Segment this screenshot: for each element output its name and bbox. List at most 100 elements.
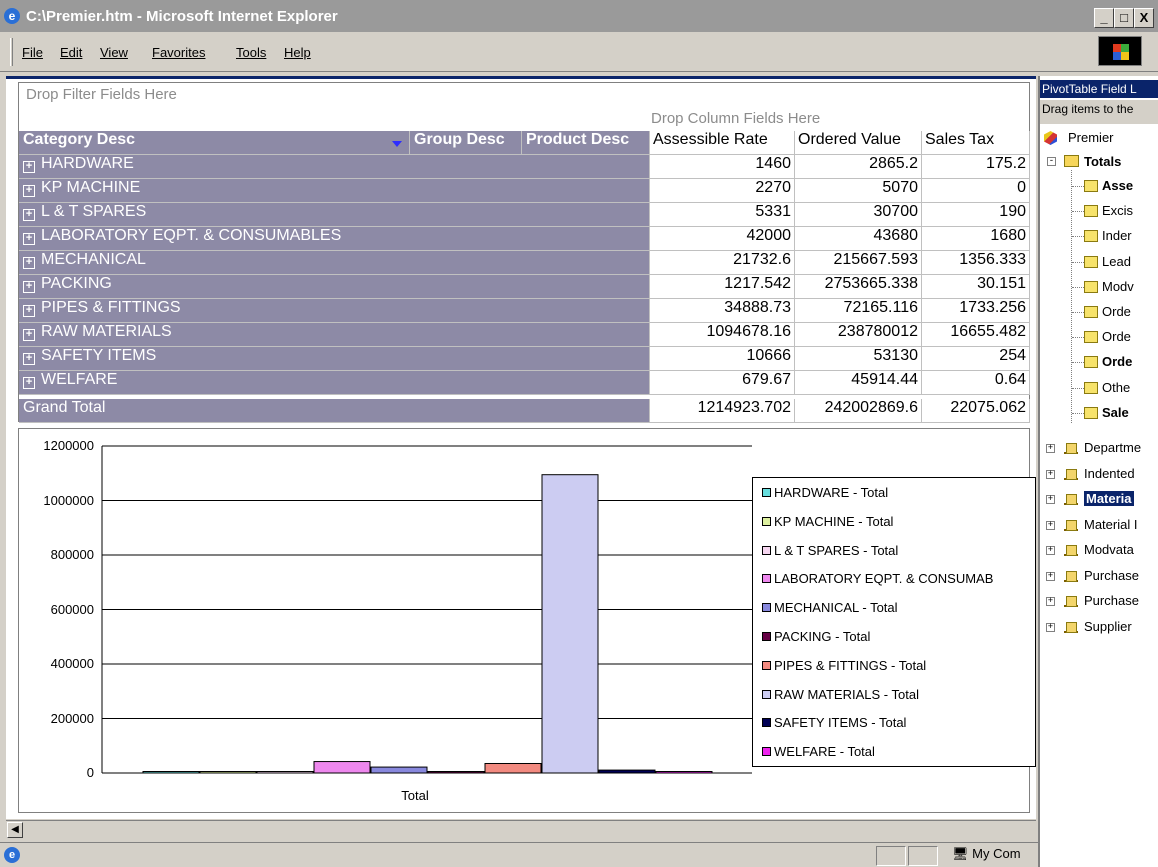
expand-icon[interactable]: + <box>1046 546 1055 555</box>
measure-field[interactable]: Orde <box>1102 354 1132 369</box>
y-tick-label: 200000 <box>50 710 94 726</box>
dimension-field[interactable]: Departme <box>1084 440 1141 455</box>
measure-field[interactable]: Inder <box>1102 228 1132 243</box>
chart-bar[interactable] <box>313 761 371 774</box>
legend-entry: KP MACHINE - Total <box>762 514 893 529</box>
chart-bar[interactable] <box>370 766 428 774</box>
legend-label: RAW MATERIALS - Total <box>774 686 919 702</box>
dimension-icon <box>1064 543 1078 556</box>
expand-icon[interactable]: + <box>1046 622 1055 632</box>
measure-field-icon <box>1084 280 1098 293</box>
measure-field-icon <box>1084 255 1098 268</box>
measure-field[interactable]: Excis <box>1102 203 1133 218</box>
field-list-totals[interactable]: Totals <box>1084 154 1121 169</box>
windows-logo-throbber <box>1098 36 1142 66</box>
legend-entry: PACKING - Total <box>762 629 870 644</box>
dimension-field[interactable]: Supplier <box>1084 619 1132 634</box>
legend-swatch <box>762 747 771 757</box>
legend-swatch <box>762 574 771 584</box>
legend-label: MECHANICAL - Total <box>774 600 898 616</box>
expand-icon[interactable]: + <box>1046 495 1055 504</box>
legend-swatch <box>762 603 771 613</box>
security-zone: 🖥 My Com <box>952 846 1021 861</box>
dimension-field[interactable]: Material I <box>1084 517 1137 532</box>
measure-field-icon <box>1084 356 1098 369</box>
measure-field[interactable]: Modv <box>1102 279 1134 294</box>
expand-icon[interactable]: + <box>1046 597 1055 606</box>
legend-label: SAFETY ITEMS - Total <box>774 715 907 731</box>
dimension-icon <box>1064 492 1078 505</box>
collapse-icon[interactable]: - <box>1047 157 1056 166</box>
page-icon: e <box>4 847 20 863</box>
measure-field-icon <box>1084 230 1098 243</box>
dimension-field[interactable]: Modvata <box>1084 542 1134 557</box>
measure-field[interactable]: Asse <box>1102 178 1133 193</box>
field-list-root[interactable]: Premier <box>1068 130 1114 145</box>
measure-field-icon <box>1084 180 1098 192</box>
scroll-left-icon[interactable]: ◀ <box>7 822 23 838</box>
chart-bar[interactable] <box>199 771 257 774</box>
maximize-button[interactable]: □ <box>1114 8 1134 28</box>
measure-field[interactable]: Orde <box>1102 304 1131 319</box>
dimension-field[interactable]: Indented <box>1084 466 1135 481</box>
legend-label: L & T SPARES - Total <box>774 542 899 558</box>
dimension-icon <box>1064 441 1078 454</box>
measure-field[interactable]: Lead <box>1102 254 1131 269</box>
minimize-button[interactable]: _ <box>1094 8 1114 28</box>
expand-icon[interactable]: + <box>1046 520 1055 530</box>
measure-field-icon <box>1084 331 1098 344</box>
legend-label: KP MACHINE - Total <box>774 513 894 529</box>
legend-label: WELFARE - Total <box>774 744 875 760</box>
dimension-icon <box>1064 518 1078 531</box>
legend-entry: HARDWARE - Total <box>762 485 888 500</box>
horizontal-scrollbar[interactable]: ◀ <box>6 820 1036 838</box>
legend-label: PIPES & FITTINGS - Total <box>774 657 927 673</box>
dimension-icon <box>1064 569 1078 582</box>
y-tick-label: 800000 <box>50 547 94 562</box>
legend-label: LABORATORY EQPT. & CONSUMAB <box>774 571 994 587</box>
legend-entry: WELFARE - Total <box>762 744 875 759</box>
chart-bar[interactable] <box>484 762 542 774</box>
legend-swatch <box>762 516 771 526</box>
measure-field-icon <box>1084 381 1098 394</box>
expand-icon[interactable]: + <box>1046 571 1055 581</box>
legend-entry: SAFETY ITEMS - Total <box>762 715 906 730</box>
measure-field[interactable]: Othe <box>1102 380 1130 395</box>
dimension-field[interactable]: Purchase <box>1084 568 1139 583</box>
dimension-icon <box>1064 594 1078 607</box>
measure-field-icon <box>1084 306 1098 318</box>
legend-swatch <box>762 632 771 641</box>
field-list-hint: Drag items to the <box>1040 100 1158 124</box>
legend-label: HARDWARE - Total <box>774 485 889 500</box>
chart-bar[interactable] <box>427 771 485 774</box>
measure-field-icon <box>1084 406 1098 419</box>
folder-icon <box>1064 155 1079 167</box>
legend-swatch <box>762 660 771 670</box>
measure-field[interactable]: Orde <box>1102 329 1131 344</box>
computer-icon: 🖥 <box>952 846 969 861</box>
legend-swatch <box>762 689 771 699</box>
y-tick-label: 600000 <box>50 601 94 617</box>
dimension-field[interactable]: Materia <box>1084 491 1134 506</box>
legend-swatch <box>762 488 771 497</box>
status-bar: e 🖥 My Com <box>0 842 1040 867</box>
measure-field[interactable]: Sale <box>1102 405 1129 420</box>
x-category-label: Total <box>401 788 429 803</box>
expand-icon[interactable]: + <box>1046 444 1055 453</box>
legend-entry: L & T SPARES - Total <box>762 543 898 558</box>
chart-bar[interactable] <box>256 771 314 774</box>
measure-field-icon <box>1084 205 1098 218</box>
chart-bar[interactable] <box>598 769 656 774</box>
close-button[interactable]: X <box>1134 8 1154 28</box>
legend-entry: MECHANICAL - Total <box>762 600 898 615</box>
y-tick-label: 1200000 <box>43 438 94 453</box>
dimension-field[interactable]: Purchase <box>1084 593 1139 608</box>
legend-label: PACKING - Total <box>774 629 871 644</box>
chart-bar[interactable] <box>142 771 200 774</box>
legend-entry: PIPES & FITTINGS - Total <box>762 658 926 673</box>
chart-bar[interactable] <box>541 474 599 774</box>
chart-bar[interactable] <box>655 771 713 774</box>
field-list-title: PivotTable Field L <box>1040 80 1158 98</box>
legend-swatch <box>762 718 771 728</box>
expand-icon[interactable]: + <box>1046 469 1055 479</box>
